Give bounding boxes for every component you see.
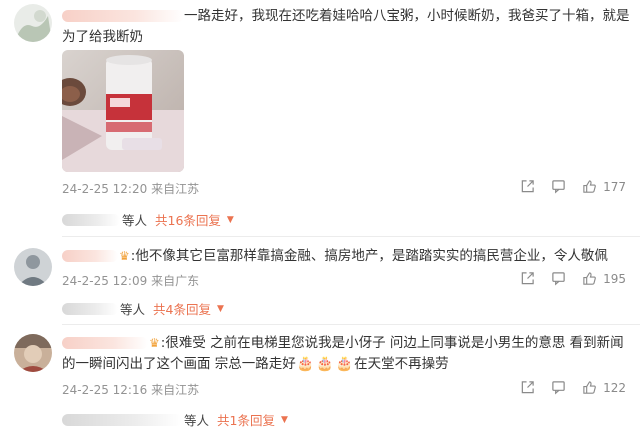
like-icon bbox=[583, 180, 596, 193]
comment-date: 24-2-25 12:09 bbox=[62, 274, 148, 288]
share-button[interactable] bbox=[520, 179, 535, 194]
comment-icon bbox=[552, 180, 565, 194]
like-count: 177 bbox=[603, 179, 626, 194]
avatar[interactable] bbox=[14, 4, 52, 42]
username-blurred[interactable] bbox=[62, 337, 148, 349]
avatar[interactable] bbox=[14, 334, 52, 372]
comment-actions: 177 bbox=[520, 179, 626, 194]
reply-summary[interactable]: 等人 共4条回复 ▼ bbox=[62, 299, 224, 318]
comment-actions: 122 bbox=[520, 380, 626, 395]
crown-icon: ♛ bbox=[119, 249, 130, 263]
divider bbox=[62, 236, 640, 237]
comment-meta: 24-2-25 12:20 来自江苏 bbox=[62, 180, 199, 197]
reply-prefix: 等人 bbox=[120, 302, 146, 317]
reply-username-blurred bbox=[62, 302, 118, 315]
comment-button[interactable] bbox=[551, 179, 566, 194]
comment-button[interactable] bbox=[551, 271, 566, 286]
share-button[interactable] bbox=[520, 271, 535, 286]
share-icon bbox=[521, 272, 534, 285]
comment-text: ♛:很难受 之前在电梯里您说我是小伢子 问边上同事说是小男生的意思 看到新闻的一… bbox=[62, 333, 630, 375]
like-icon bbox=[583, 381, 596, 394]
like-icon bbox=[583, 272, 596, 285]
like-button[interactable]: 177 bbox=[582, 179, 626, 194]
share-icon bbox=[521, 180, 534, 193]
crown-icon: ♛ bbox=[149, 336, 160, 350]
comment-body: :他不像其它巨富那样靠搞金融、搞房地产，是踏踏实实的搞民营企业，令人敬佩 bbox=[130, 248, 608, 264]
cake-emoji: 🎂 bbox=[296, 356, 315, 372]
comment-location: 来自江苏 bbox=[151, 182, 200, 196]
reply-count[interactable]: 共4条回复 bbox=[153, 299, 211, 318]
cake-emoji: 🎂 bbox=[335, 356, 354, 372]
comment-image[interactable] bbox=[62, 50, 184, 172]
username-blurred[interactable] bbox=[62, 10, 184, 22]
share-button[interactable] bbox=[520, 380, 535, 395]
caret-down-icon: ▼ bbox=[216, 303, 224, 314]
comment-actions: 195 bbox=[520, 271, 626, 286]
comment-icon bbox=[552, 381, 565, 395]
comment-date: 24-2-25 12:16 bbox=[62, 383, 148, 397]
comment-meta: 24-2-25 12:09 来自广东 bbox=[62, 272, 199, 289]
avatar[interactable] bbox=[14, 248, 52, 286]
reply-summary[interactable]: 等人 共16条回复 ▼ bbox=[62, 210, 234, 229]
reply-count[interactable]: 共16条回复 bbox=[155, 210, 221, 229]
reply-summary[interactable]: 等人 共1条回复 ▼ bbox=[62, 410, 288, 429]
comment-date: 24-2-25 12:20 bbox=[62, 182, 148, 196]
cake-emoji: 🎂 bbox=[316, 356, 334, 372]
caret-down-icon: ▼ bbox=[226, 214, 234, 225]
like-count: 122 bbox=[603, 380, 626, 395]
share-icon bbox=[521, 381, 534, 394]
username-blurred[interactable] bbox=[62, 250, 118, 262]
reply-count[interactable]: 共1条回复 bbox=[217, 410, 275, 429]
comment-button[interactable] bbox=[551, 380, 566, 395]
reply-username-blurred bbox=[62, 413, 182, 426]
reply-username-blurred bbox=[62, 213, 120, 226]
like-button[interactable]: 195 bbox=[582, 271, 626, 286]
like-button[interactable]: 122 bbox=[582, 380, 626, 395]
comment-text: 一路走好，我现在还吃着娃哈哈八宝粥，小时候断奶，我爸买了十箱，就是为了给我断奶 bbox=[62, 6, 630, 48]
comment-body-end: 在天堂不再操劳 bbox=[354, 356, 449, 372]
caret-down-icon: ▼ bbox=[280, 414, 288, 425]
reply-prefix: 等人 bbox=[184, 413, 210, 428]
like-count: 195 bbox=[603, 271, 626, 286]
comment-location: 来自江苏 bbox=[151, 383, 200, 397]
divider bbox=[62, 324, 640, 325]
comment-text: ♛:他不像其它巨富那样靠搞金融、搞房地产，是踏踏实实的搞民营企业，令人敬佩 bbox=[62, 246, 630, 267]
comment-icon bbox=[552, 272, 565, 286]
reply-prefix: 等人 bbox=[122, 213, 148, 228]
comment-meta: 24-2-25 12:16 来自江苏 bbox=[62, 381, 199, 398]
comment-location: 来自广东 bbox=[151, 274, 200, 288]
